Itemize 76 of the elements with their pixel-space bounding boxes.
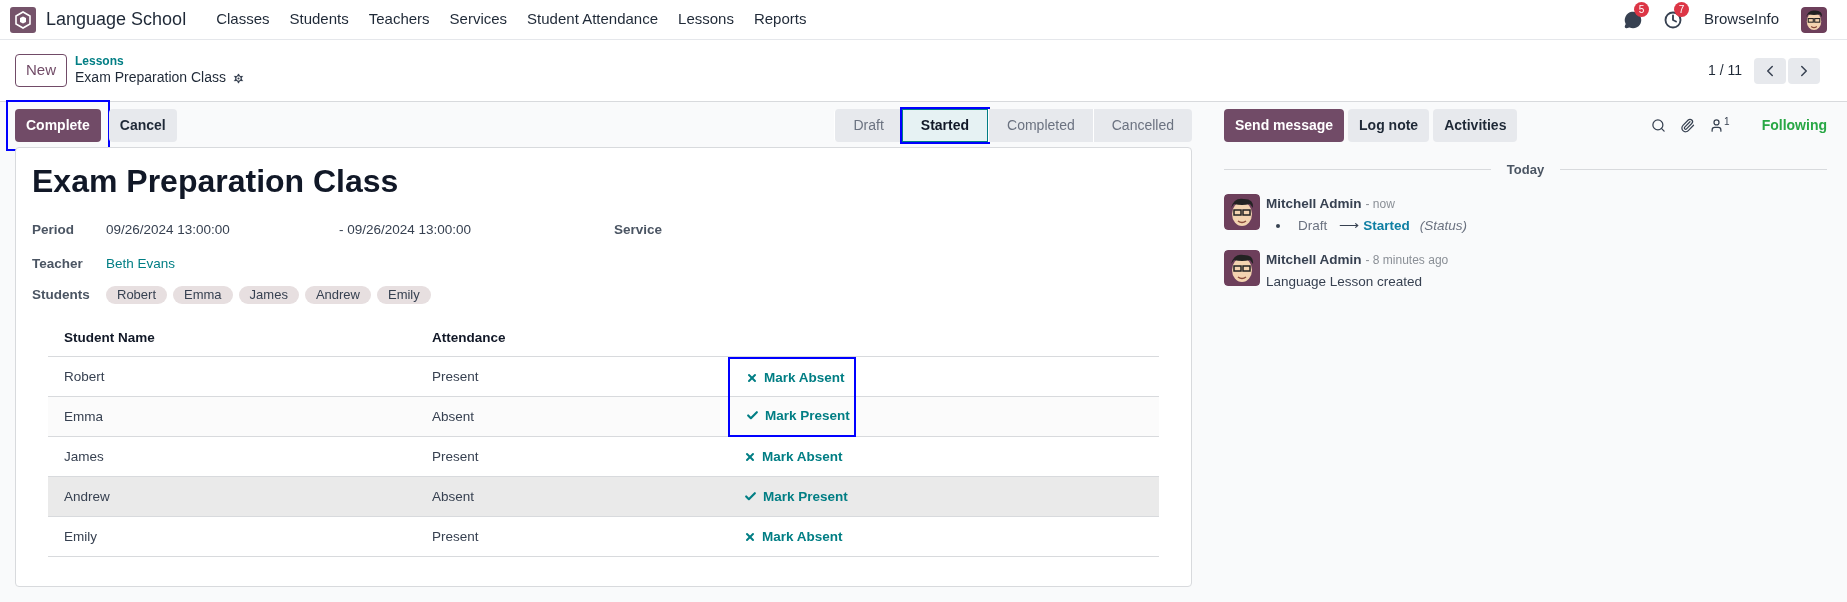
status-stage[interactable]: Cancelled	[1092, 109, 1192, 142]
menu-item[interactable]: Student Attendance	[517, 8, 669, 31]
app-logo-icon[interactable]	[10, 6, 36, 33]
chatter-button[interactable]: Send message	[1224, 109, 1345, 142]
followers-count: 1	[1724, 115, 1730, 129]
next-button[interactable]	[1788, 57, 1820, 84]
field-name: (Status)	[1419, 216, 1468, 235]
avatar-icon	[1224, 250, 1260, 286]
header-button[interactable]: Complete	[15, 109, 101, 142]
chatter-button[interactable]: Activities	[1433, 109, 1518, 142]
close-icon	[746, 371, 758, 384]
close-icon	[744, 450, 756, 463]
status-stage[interactable]: Draft	[834, 109, 902, 142]
field-label: Students	[32, 286, 91, 305]
search-icon[interactable]	[1651, 118, 1667, 133]
settings-icon[interactable]	[231, 71, 245, 85]
table-cell-text: James	[63, 447, 105, 466]
pager-value: 1 / 11	[1708, 61, 1742, 80]
message-author: Mitchell Admin	[1266, 194, 1362, 213]
record-title: Exam Preparation Class	[32, 162, 400, 201]
header-button[interactable]: Cancel	[108, 109, 177, 142]
company-name[interactable]: BrowseInfo	[1703, 8, 1779, 31]
followers-icon[interactable]	[1709, 118, 1725, 133]
mark-attendance-button[interactable]: Mark Absent	[744, 446, 843, 467]
mark-attendance-button[interactable]: Mark Present	[744, 486, 848, 507]
new-button[interactable]: New	[15, 54, 67, 87]
menu-item[interactable]: Classes	[206, 8, 280, 31]
breadcrumb-link[interactable]: Lessons	[75, 54, 245, 70]
avatar-icon	[1224, 193, 1260, 230]
table-cell-text: Andrew	[63, 487, 111, 506]
field-label: Period	[32, 221, 75, 240]
table-cell-text: Present	[432, 447, 480, 466]
column-header[interactable]: Student Name	[48, 327, 432, 348]
field-label: Teacher	[32, 255, 84, 274]
arrow: ⟶	[1339, 216, 1360, 235]
menu-item[interactable]: Students	[279, 8, 359, 31]
message-time: - 8 minutes ago	[1365, 252, 1449, 269]
column-header[interactable]: Attendance	[432, 327, 506, 348]
menu-item[interactable]: Services	[439, 8, 518, 31]
field-label: Service	[614, 221, 663, 240]
student-tag[interactable]: Emma	[173, 286, 233, 305]
status-stage[interactable]: Started	[901, 109, 989, 142]
field-value: 09/26/2024 13:00:00	[106, 221, 231, 240]
avatar-icon	[1801, 6, 1827, 33]
teacher-link[interactable]: Beth Evans	[106, 254, 176, 275]
app-name[interactable]: Language School	[46, 6, 187, 33]
notification-badge: 5	[1633, 1, 1649, 17]
student-tag[interactable]: Emily	[376, 286, 431, 305]
table-cell-text: Emma	[63, 407, 104, 426]
close-icon	[744, 530, 756, 543]
paperclip-icon[interactable]	[1680, 118, 1696, 133]
table-cell-text: Present	[432, 367, 480, 386]
table-cell-text: Emily	[63, 527, 98, 546]
table-cell-text: Robert	[63, 367, 106, 386]
message-author: Mitchell Admin	[1266, 251, 1362, 269]
new-value: Started	[1363, 216, 1410, 235]
menu-item[interactable]: Reports	[743, 8, 817, 31]
date-separator: Today	[1506, 161, 1545, 179]
message-body: Language Lesson created	[1266, 273, 1424, 292]
old-value: Draft	[1298, 216, 1328, 235]
student-tag[interactable]: James	[238, 286, 299, 305]
previous-button[interactable]	[1754, 57, 1786, 84]
status-stage[interactable]: Completed	[988, 109, 1093, 142]
table-cell-text: Present	[432, 527, 480, 546]
table-cell-text: Absent	[432, 487, 476, 506]
notification-badge: 7	[1673, 1, 1689, 17]
table-cell-text: Absent	[432, 407, 476, 426]
field-value: - 09/26/2024 13:00:00	[339, 221, 473, 240]
menu-item[interactable]: Teachers	[358, 8, 440, 31]
message-time: - now	[1365, 195, 1395, 213]
student-tag[interactable]: Andrew	[304, 286, 371, 305]
student-tag[interactable]: Robert	[106, 286, 168, 305]
record-name: Exam Preparation Class	[75, 69, 226, 87]
mark-attendance-button[interactable]: Mark Absent	[744, 526, 843, 547]
chatter-button[interactable]: Log note	[1348, 109, 1430, 142]
menu-item[interactable]: Lessons	[668, 8, 744, 31]
